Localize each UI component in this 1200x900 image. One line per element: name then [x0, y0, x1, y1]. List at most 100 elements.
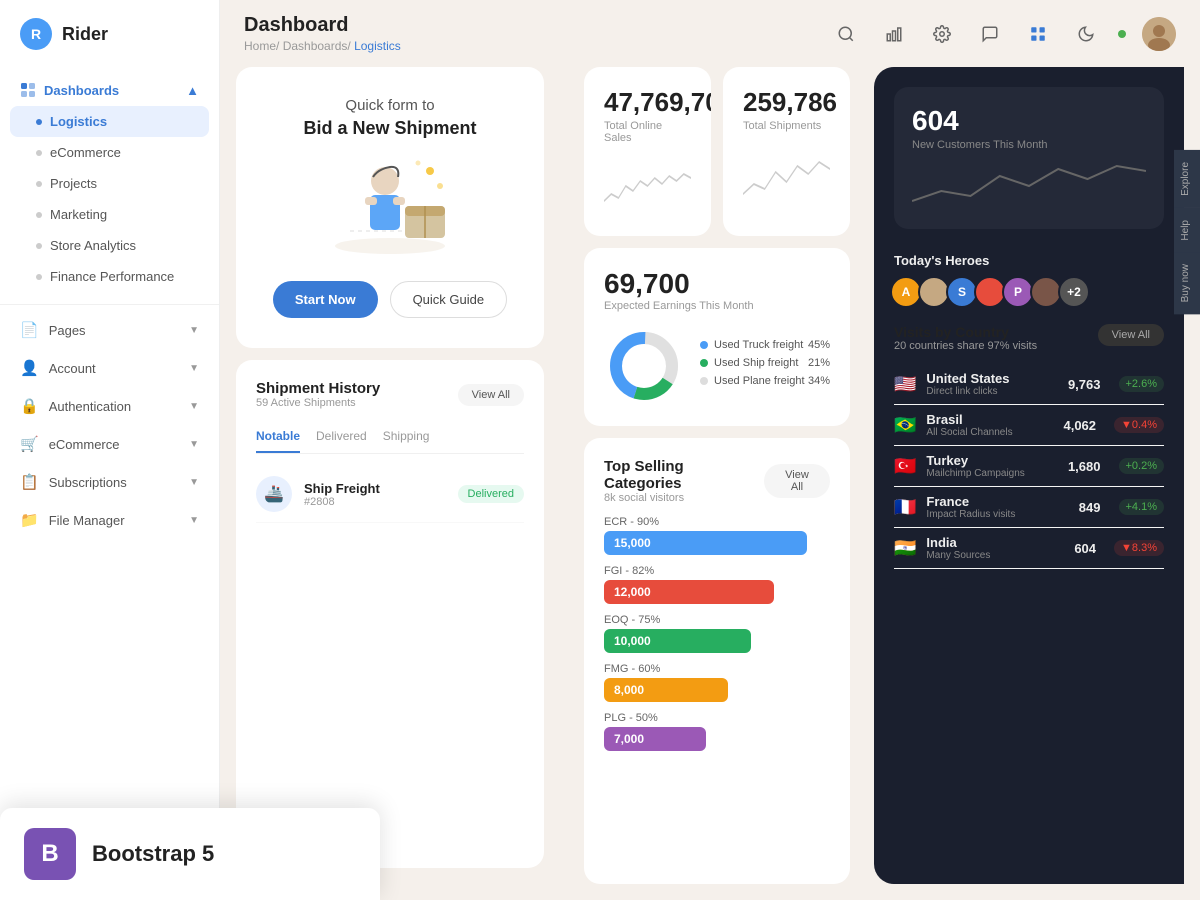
shipment-info: Ship Freight #2808: [304, 481, 446, 508]
visits-subtitle: 20 countries share 97% visits: [894, 340, 1037, 352]
new-customers-value: 604: [912, 105, 1146, 137]
sidebar-item-ecommerce[interactable]: eCommerce: [0, 137, 219, 168]
country-sub: Many Sources: [926, 550, 1064, 561]
country-flag: 🇫🇷: [894, 497, 916, 518]
divider: [0, 304, 219, 305]
bootstrap-overlay: B Bootstrap 5: [0, 808, 380, 900]
middle-area: 47,769,700 Tons Total Online Sales 259,7…: [572, 67, 862, 884]
sidebar-item-label: eCommerce: [50, 145, 121, 160]
country-name: France: [926, 494, 1068, 509]
sidebar-item-ecommerce-nav[interactable]: 🛒 eCommerce ▼: [0, 425, 219, 463]
country-item: 🇫🇷 France Impact Radius visits 849 +4.1%: [894, 487, 1164, 528]
bid-illustration: [310, 151, 470, 261]
sidebar-item-finance[interactable]: Finance Performance: [0, 261, 219, 292]
plane-dot: [700, 377, 708, 385]
shipment-history-card: Shipment History 59 Active Shipments Vie…: [236, 360, 544, 868]
dashboards-group[interactable]: Dashboards ▲: [0, 74, 219, 106]
file-manager-chevron: ▼: [189, 515, 199, 526]
account-label: Account: [49, 361, 96, 376]
sidebar-item-file-manager[interactable]: 📁 File Manager ▼: [0, 501, 219, 539]
country-name: United States: [926, 371, 1058, 386]
dot: [36, 212, 42, 218]
bar-track: 15,000: [604, 531, 807, 555]
content-wrapper: Quick form to Bid a New Shipment: [220, 67, 1200, 900]
shipment-number: #2808: [304, 496, 446, 508]
chart-button[interactable]: [878, 18, 910, 50]
visits-header: Visits by Country 20 countries share 97%…: [894, 324, 1164, 352]
dot: [36, 243, 42, 249]
customers-chart: [912, 151, 1146, 206]
bar-track: 10,000: [604, 629, 751, 653]
selling-view-all[interactable]: View All: [764, 464, 830, 498]
bid-card-text: Quick form to Bid a New Shipment: [303, 97, 476, 139]
bars-container: ECR - 90% 15,000 FGI - 82% 12,000 EOQ - …: [604, 516, 830, 751]
dashboards-section: Dashboards ▲ Logistics eCommerce Project…: [0, 68, 219, 298]
visits-view-all[interactable]: View All: [1098, 324, 1164, 346]
sidebar-item-store-analytics[interactable]: Store Analytics: [0, 230, 219, 261]
explore-tab[interactable]: Explore: [1174, 150, 1200, 208]
shipment-title: Shipment History: [256, 380, 380, 397]
breadcrumb-dashboards: Dashboards/: [283, 39, 354, 53]
country-visits: 4,062: [1063, 418, 1096, 433]
country-flag: 🇧🇷: [894, 415, 916, 436]
plane-pct: 34%: [808, 375, 830, 387]
tab-delivered[interactable]: Delivered: [316, 421, 367, 453]
online-indicator: [1118, 30, 1126, 38]
logo[interactable]: R Rider: [0, 0, 219, 68]
breadcrumb-active: Logistics: [354, 39, 401, 53]
account-chevron: ▼: [189, 363, 199, 374]
country-visits: 849: [1079, 500, 1101, 515]
help-tab[interactable]: Help: [1174, 208, 1200, 253]
subscriptions-chevron: ▼: [189, 477, 199, 488]
sidebar-item-auth[interactable]: 🔒 Authentication ▼: [0, 387, 219, 425]
chart-icon: [885, 25, 903, 43]
country-visits: 604: [1074, 541, 1096, 556]
start-now-button[interactable]: Start Now: [273, 281, 378, 318]
donut-legend: Used Truck freight 45% Used Ship freight…: [700, 339, 830, 393]
bar-label: FMG - 60%: [604, 663, 830, 675]
bid-card: Quick form to Bid a New Shipment: [236, 67, 544, 348]
settings-button[interactable]: [926, 18, 958, 50]
sidebar-item-projects[interactable]: Projects: [0, 168, 219, 199]
bar-track: 8,000: [604, 678, 728, 702]
pages-chevron: ▼: [189, 325, 199, 336]
ship-pct: 21%: [808, 357, 830, 369]
sidebar-item-marketing[interactable]: Marketing: [0, 199, 219, 230]
tab-shipping[interactable]: Shipping: [383, 421, 430, 453]
app-name: Rider: [62, 24, 108, 45]
bar-label: ECR - 90%: [604, 516, 830, 528]
country-trend: ▼8.3%: [1114, 540, 1164, 556]
settings-icon: [933, 25, 951, 43]
donut-wrapper: Used Truck freight 45% Used Ship freight…: [604, 326, 830, 406]
pages-label: Pages: [49, 323, 86, 338]
auth-chevron: ▼: [189, 401, 199, 412]
bar-label: FGI - 82%: [604, 565, 830, 577]
sidebar-item-account[interactable]: 👤 Account ▼: [0, 349, 219, 387]
new-customers-card: 604 New Customers This Month: [894, 87, 1164, 229]
tab-notable[interactable]: Notable: [256, 421, 300, 453]
truck-dot: [700, 341, 708, 349]
theme-button[interactable]: [1070, 18, 1102, 50]
grid-icon: [1029, 25, 1047, 43]
bar-value: 15,000: [614, 536, 651, 550]
sidebar-item-label: Store Analytics: [50, 238, 136, 253]
sidebar-item-logistics[interactable]: Logistics: [10, 106, 209, 137]
user-avatar[interactable]: [1142, 17, 1176, 51]
sidebar-item-subscriptions[interactable]: 📋 Subscriptions ▼: [0, 463, 219, 501]
buy-now-tab[interactable]: Buy now: [1174, 252, 1200, 314]
sidebar-item-pages[interactable]: 📄 Pages ▼: [0, 311, 219, 349]
messages-button[interactable]: [974, 18, 1006, 50]
dot: [36, 274, 42, 280]
selling-header: Top Selling Categories 8k social visitor…: [604, 458, 830, 504]
earnings-label: Expected Earnings This Month: [604, 300, 754, 312]
country-trend: ▼0.4%: [1114, 417, 1164, 433]
truck-label: Used Truck freight: [714, 339, 803, 351]
grid-button[interactable]: [1022, 18, 1054, 50]
search-button[interactable]: [830, 18, 862, 50]
bootstrap-icon: B: [24, 828, 76, 880]
shipment-view-all[interactable]: View All: [458, 384, 524, 406]
legend-ship: Used Ship freight 21%: [700, 357, 830, 369]
stats-grid: 47,769,700 Tons Total Online Sales 259,7…: [584, 67, 850, 236]
legend-truck: Used Truck freight 45%: [700, 339, 830, 351]
quick-guide-button[interactable]: Quick Guide: [390, 281, 508, 318]
